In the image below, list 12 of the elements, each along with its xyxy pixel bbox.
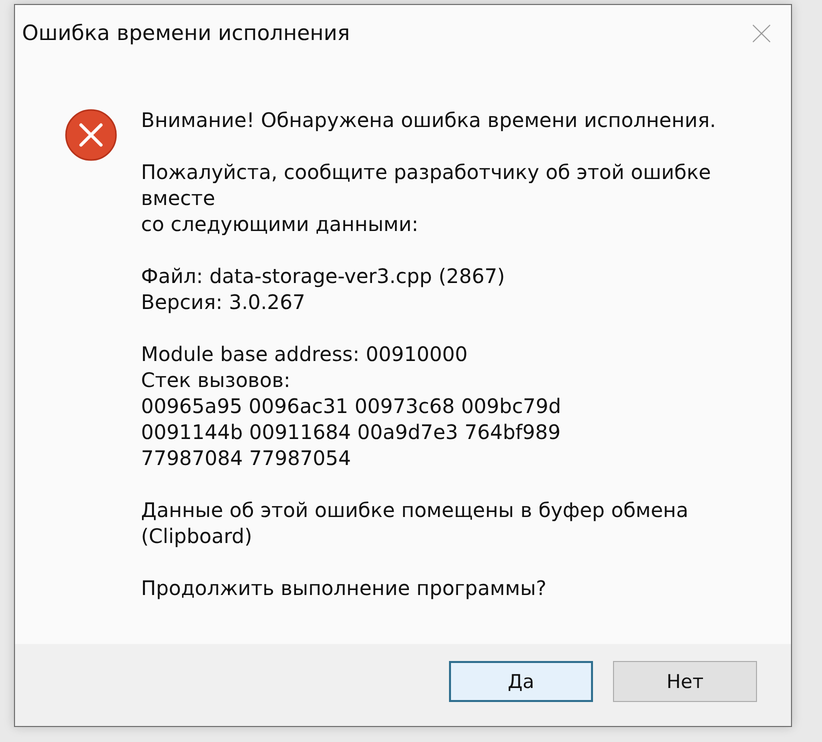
close-button[interactable] bbox=[752, 24, 771, 42]
message-paragraph: Module base address: 00910000 Стек вызовов: 00965a95 0096ac31 00973c68 009bc79d 0091144b 00911684 00a9d7e3 764bf989 77987084 77987054 bbox=[141, 341, 562, 471]
error-icon bbox=[65, 109, 117, 161]
yes-button[interactable]: Да bbox=[449, 661, 593, 702]
message-paragraph: Внимание! Обнаружена ошибка времени исполнения. bbox=[141, 107, 716, 133]
no-button[interactable]: Нет bbox=[613, 661, 757, 702]
message-paragraph: Файл: data-storage-ver3.cpp (2867) Версия: 3.0.267 bbox=[141, 263, 505, 315]
window-title: Ошибка времени исполнения bbox=[22, 21, 350, 45]
close-icon bbox=[752, 24, 771, 42]
message-paragraph: Пожалуйста, сообщите разработчику об этой ошибке вместе со следующими данными: bbox=[141, 159, 711, 237]
message-paragraph: Данные об этой ошибке помещены в буфер обмена (Clipboard) bbox=[141, 497, 688, 549]
message-paragraph: Продолжить выполнение программы? bbox=[141, 575, 546, 601]
